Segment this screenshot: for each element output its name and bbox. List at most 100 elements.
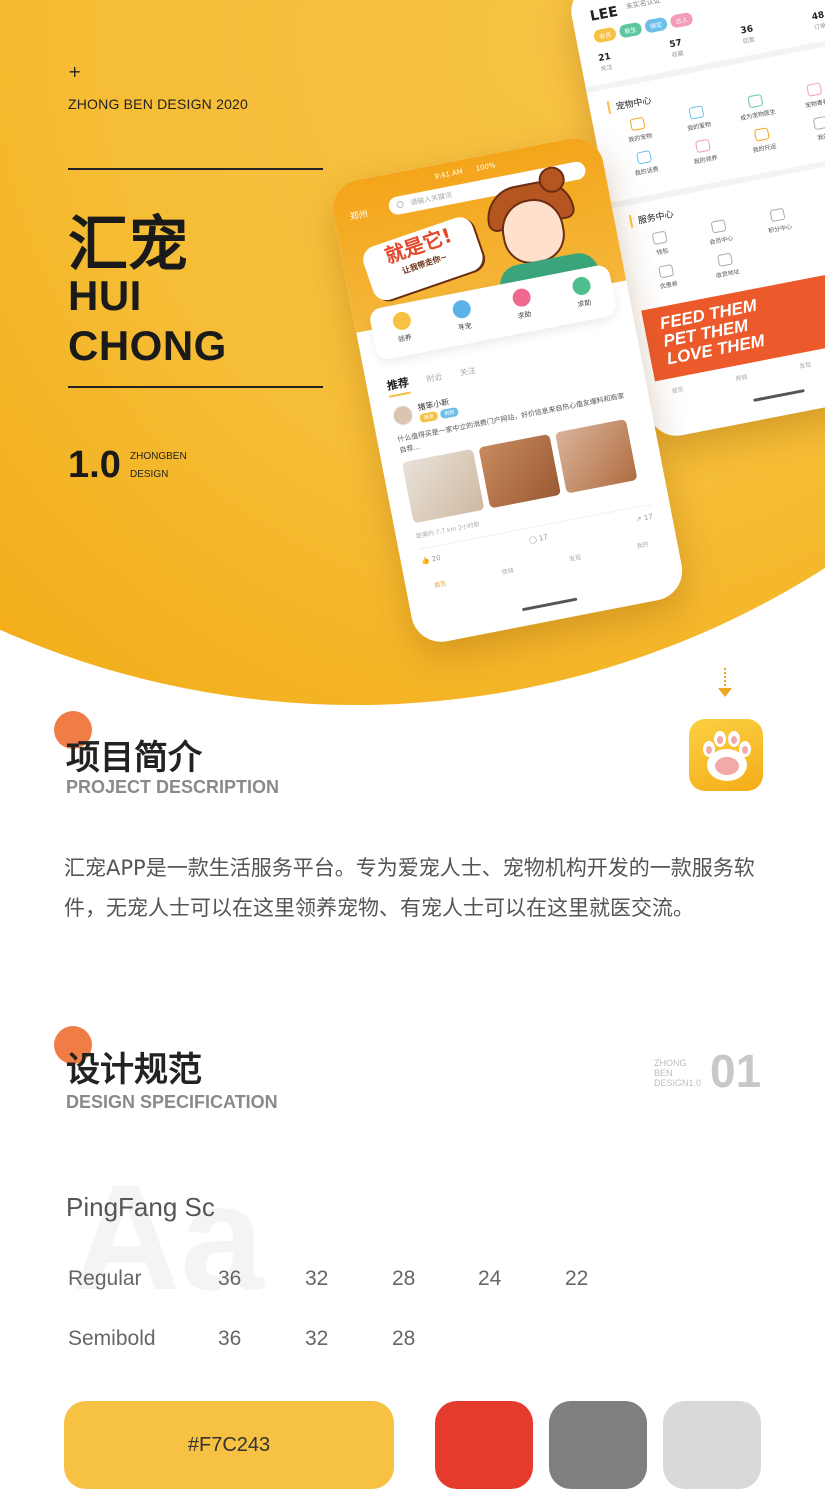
spec-heading: 设计规范 — [66, 1050, 202, 1090]
pet-center-item[interactable]: 我的话费 — [613, 146, 676, 181]
nav-home[interactable]: 首页 — [671, 384, 684, 395]
quick-action[interactable]: 求助 — [570, 275, 596, 323]
post-photo[interactable] — [555, 418, 638, 494]
post-meta: 距离约 7.7 km 2小时前 — [415, 520, 481, 541]
regular-size: 22 — [565, 1267, 589, 1290]
version-subtitle-1: ZHONGBEN — [130, 451, 187, 462]
pet-center-item[interactable]: 我的爱物 — [666, 101, 729, 136]
page-canvas: + ZHONG BEN DESIGN 2020 汇宠 HUI CHONG 1.0… — [0, 0, 825, 1511]
nav-me[interactable]: 我的 — [636, 539, 649, 550]
title-english-1: HUI — [68, 272, 142, 319]
pet-center-item[interactable]: 宠物寄养 — [784, 78, 825, 113]
search-icon — [396, 200, 405, 209]
tab-follow[interactable]: 关注 — [459, 365, 477, 379]
feed-tabs: 推荐 附近 关注 — [385, 361, 477, 398]
paw-icon — [450, 298, 472, 320]
service-item[interactable]: 会员中心 — [688, 215, 751, 250]
profile-user-sub: 未实名认证 — [625, 0, 662, 11]
intro-text: 汇宠APP是一款生活服务平台。专为爱宠人士、宠物机构开发的一款服务软件，无宠人士… — [64, 856, 755, 920]
arrow-head-icon — [718, 688, 732, 697]
profile-tag: 新生 — [618, 21, 643, 39]
service-item[interactable]: 收货地址 — [694, 248, 757, 283]
pet-center-item[interactable]: 成为宠物医生 — [725, 89, 788, 124]
semibold-size: 32 — [305, 1327, 329, 1350]
search-placeholder: 请输入关键词 — [409, 191, 453, 207]
color-swatch-red — [435, 1401, 533, 1489]
post-photo[interactable] — [401, 448, 485, 524]
font-family-name: PingFang Sc — [66, 1192, 215, 1222]
home-indicator — [521, 597, 578, 612]
service-item[interactable] — [806, 192, 825, 227]
version-number: 1.0 — [68, 444, 121, 486]
top-rule — [68, 168, 323, 170]
semibold-label: Semibold — [68, 1327, 156, 1350]
spec-subheading: DESIGN SPECIFICATION — [66, 1092, 278, 1112]
pet-center-item[interactable]: 我的托运 — [731, 123, 794, 158]
share-button[interactable]: ↗ 17 — [635, 513, 653, 524]
spec-small-caption: ZHONG BEN DESIGN1.0 — [654, 1058, 702, 1088]
version-subtitle: ZHONGBEN DESIGN — [130, 448, 187, 484]
medical-icon — [570, 275, 592, 297]
plus-mark: + — [68, 62, 82, 81]
semibold-size: 28 — [392, 1327, 416, 1350]
intro-subheading: PROJECT DESCRIPTION — [66, 777, 280, 797]
bottom-rule — [68, 386, 323, 388]
promo-banner-text: FEED THEM PET THEM LOVE THEM — [658, 295, 767, 369]
tab-nearby[interactable]: 附近 — [426, 371, 444, 385]
nav-mall[interactable]: 商城 — [501, 565, 514, 576]
service-item[interactable]: 积分中心 — [747, 203, 810, 238]
nav-discover[interactable]: 发现 — [568, 552, 582, 563]
arrow-down-icon — [724, 668, 726, 690]
nav-home[interactable]: 首页 — [433, 578, 447, 589]
profile-tag: 绑定 — [644, 16, 669, 34]
version-subtitle-2: DESIGN — [130, 469, 169, 480]
regular-size: 28 — [392, 1267, 416, 1290]
service-item[interactable]: 钱包 — [629, 226, 692, 261]
profile-stat[interactable]: 36 回复 — [740, 24, 756, 45]
profile-tag: 会员 — [592, 26, 618, 44]
app-logo-icon — [689, 719, 763, 791]
share-icon: ↗ — [635, 514, 643, 524]
brand-line: ZHONG BEN DESIGN 2020 — [68, 96, 249, 112]
pet-center-grid: 我的宠物 我的爱物 成为宠物医生 宠物寄养 我的话费 我的领养 我的托运 我的 — [607, 78, 825, 181]
post-badge: 萌宠 — [419, 410, 439, 424]
thumb-icon: 👍 — [420, 556, 431, 566]
post-photo[interactable] — [478, 433, 561, 509]
pet-center-item[interactable]: 我的领养 — [672, 134, 735, 169]
pet-center-item[interactable]: 我的宠物 — [607, 112, 670, 147]
service-item[interactable]: 优惠券 — [636, 260, 699, 295]
avatar[interactable] — [391, 403, 415, 428]
title-chinese: 汇宠 — [68, 210, 188, 280]
pet-center-item[interactable]: 我的 — [790, 111, 825, 146]
nav-discover[interactable]: 发现 — [798, 359, 812, 370]
color-swatch-primary: #F7C243 — [64, 1401, 394, 1489]
quick-action[interactable]: 寻宠 — [450, 298, 477, 346]
regular-size: 24 — [478, 1267, 502, 1290]
tab-recommend[interactable]: 推荐 — [385, 373, 411, 398]
semibold-size: 36 — [218, 1327, 242, 1350]
post-badge: 狗狗 — [439, 406, 460, 420]
regular-label: Regular — [68, 1267, 142, 1290]
spec-number: 01 — [710, 1045, 762, 1097]
title-english-2: CHONG — [68, 322, 227, 369]
service-center-heading: 服务中心 — [628, 206, 675, 229]
like-button[interactable]: 👍 20 — [420, 554, 441, 566]
paw-icon — [703, 731, 751, 781]
profile-username: LEE — [588, 3, 620, 25]
adopt-icon — [390, 310, 412, 332]
regular-size: 36 — [218, 1267, 242, 1290]
pet-center-heading: 宠物中心 — [606, 93, 653, 115]
profile-stat[interactable]: 48 订单 — [811, 10, 825, 31]
comment-button[interactable]: ◯ 17 — [528, 533, 548, 544]
home-indicator — [753, 389, 805, 402]
quick-action[interactable]: 求助 — [510, 287, 537, 334]
profile-tag: 达人 — [669, 11, 694, 29]
help-icon — [510, 287, 532, 309]
quick-action[interactable]: 领养 — [390, 310, 417, 357]
color-swatch-gray — [549, 1401, 647, 1489]
color-swatch-light-gray — [663, 1401, 761, 1489]
nav-mall[interactable]: 商城 — [735, 372, 748, 383]
profile-stat[interactable]: 21 关注 — [598, 52, 614, 73]
profile-stat[interactable]: 57 收藏 — [669, 38, 685, 59]
intro-heading: 项目简介 — [66, 738, 202, 778]
